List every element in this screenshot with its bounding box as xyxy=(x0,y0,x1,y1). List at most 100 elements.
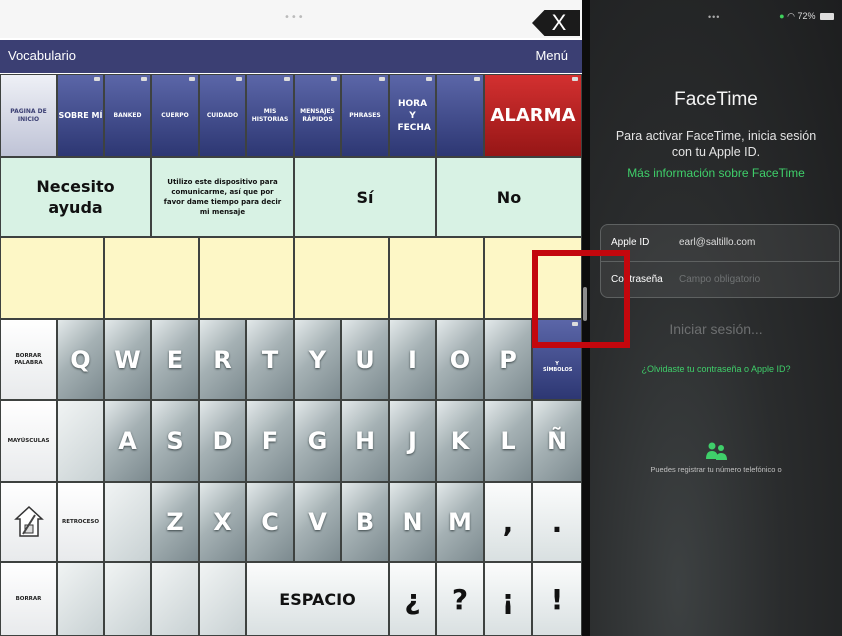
phrase-si-button[interactable]: Sí xyxy=(294,157,436,237)
key-d[interactable]: D xyxy=(199,400,246,482)
blank-key[interactable] xyxy=(104,482,151,562)
key-exclamation[interactable]: ! xyxy=(532,562,582,636)
key-label: W xyxy=(114,345,141,374)
key-s[interactable]: S xyxy=(151,400,199,482)
menu-button[interactable]: Menú xyxy=(535,48,568,63)
apple-id-field[interactable]: earl@saltillo.com xyxy=(679,237,755,248)
side-label: Y SÍMBOLOS xyxy=(543,360,573,373)
nav-hora-y-fecha-button[interactable]: HORA Y FECHA xyxy=(389,74,436,157)
key-i[interactable]: I xyxy=(389,319,436,400)
key-h[interactable]: H xyxy=(341,400,389,482)
forgot-password-link[interactable]: ¿Olvidaste tu contraseña o Apple ID? xyxy=(590,364,842,374)
key-k[interactable]: K xyxy=(436,400,484,482)
key-y[interactable]: Y xyxy=(294,319,341,400)
key-c[interactable]: C xyxy=(246,482,294,562)
key-label: S xyxy=(166,427,184,455)
blank-key[interactable] xyxy=(104,562,151,636)
nav-pagina-de-inicio-button[interactable]: PAGINA DE INICIO xyxy=(0,74,57,157)
phrase-necesito-ayuda-button[interactable]: Necesito ayuda xyxy=(0,157,151,237)
key-e[interactable]: E xyxy=(151,319,199,400)
nav-mensajes-rapidos-button[interactable]: MENSAJES RÁPIDOS xyxy=(294,74,341,157)
key-enie[interactable]: Ñ xyxy=(532,400,582,482)
key-p[interactable]: P xyxy=(484,319,532,400)
key-b[interactable]: B xyxy=(341,482,389,562)
empty-cell[interactable] xyxy=(104,237,199,319)
borrar-button[interactable]: BORRAR xyxy=(0,562,57,636)
nav-cuerpo-button[interactable]: CUERPO xyxy=(151,74,199,157)
espacio-button[interactable]: ESPACIO xyxy=(246,562,389,636)
borrar-palabra-button[interactable]: BORRAR PALABRA xyxy=(0,319,57,400)
key-label: C xyxy=(261,508,279,536)
empty-cell[interactable] xyxy=(389,237,484,319)
empty-cell[interactable] xyxy=(294,237,389,319)
key-label: Z xyxy=(166,508,184,536)
key-label: , xyxy=(502,505,514,539)
nav-cuidado-button[interactable]: CUIDADO xyxy=(199,74,246,157)
key-n[interactable]: N xyxy=(389,482,436,562)
key-j[interactable]: J xyxy=(389,400,436,482)
key-inverted-exclamation[interactable]: ¡ xyxy=(484,562,532,636)
nav-sobre-mi-button[interactable]: SOBRE MÍ xyxy=(57,74,104,157)
key-label: R xyxy=(213,345,232,374)
wifi-icon: ◠ xyxy=(787,11,795,21)
key-z[interactable]: Z xyxy=(151,482,199,562)
password-field[interactable]: Campo obligatorio xyxy=(679,274,760,285)
key-r[interactable]: R xyxy=(199,319,246,400)
key-w[interactable]: W xyxy=(104,319,151,400)
phrase-label: Utilizo este dispositivo para comunicarm… xyxy=(163,178,282,216)
blank-key[interactable] xyxy=(57,400,104,482)
key-label: Ñ xyxy=(546,427,568,455)
phrase-no-button[interactable]: No xyxy=(436,157,582,237)
folder-icon xyxy=(331,77,337,81)
multitask-dots-icon[interactable]: ••• xyxy=(708,12,720,22)
more-info-link[interactable]: Más información sobre FaceTime xyxy=(590,166,842,180)
key-label: B xyxy=(355,508,375,536)
key-comma[interactable]: , xyxy=(484,482,532,562)
key-g[interactable]: G xyxy=(294,400,341,482)
key-label: P xyxy=(499,345,517,374)
nav-mis-historias-button[interactable]: MIS HISTORIAS xyxy=(246,74,294,157)
key-x[interactable]: X xyxy=(199,482,246,562)
key-q[interactable]: Q xyxy=(57,319,104,400)
key-o[interactable]: O xyxy=(436,319,484,400)
side-label: MAYÚSCULAS xyxy=(7,437,50,444)
nav-phrases-button[interactable]: PHRASES xyxy=(341,74,389,157)
close-button[interactable]: X xyxy=(532,10,580,36)
mayusculas-button[interactable]: MAYÚSCULAS xyxy=(0,400,57,482)
multitask-dots-icon[interactable]: ••• xyxy=(284,12,305,23)
key-inverted-question[interactable]: ¿ xyxy=(389,562,436,636)
battery-percent: 72% xyxy=(797,11,816,21)
empty-cell[interactable] xyxy=(199,237,294,319)
key-f[interactable]: F xyxy=(246,400,294,482)
phone-number-note: Puedes registrar tu número telefónico o xyxy=(650,465,782,474)
key-t[interactable]: T xyxy=(246,319,294,400)
key-label: ! xyxy=(550,582,564,616)
home-page-button[interactable] xyxy=(0,482,57,562)
folder-icon xyxy=(284,77,290,81)
empty-cell[interactable] xyxy=(0,237,104,319)
folder-icon xyxy=(141,77,147,81)
key-m[interactable]: M xyxy=(436,482,484,562)
folder-icon xyxy=(474,77,480,81)
alarma-button[interactable]: ALARMA xyxy=(484,74,582,157)
phrase-dispositivo-button[interactable]: Utilizo este dispositivo para comunicarm… xyxy=(151,157,294,237)
key-label: X xyxy=(213,508,232,536)
key-u[interactable]: U xyxy=(341,319,389,400)
key-label: J xyxy=(408,427,417,455)
key-a[interactable]: A xyxy=(104,400,151,482)
nav-banked-button[interactable]: BANKED xyxy=(104,74,151,157)
nav-blank-button[interactable] xyxy=(436,74,484,157)
key-period[interactable]: . xyxy=(532,482,582,562)
key-label: U xyxy=(355,345,375,374)
key-question[interactable]: ? xyxy=(436,562,484,636)
key-label: N xyxy=(402,508,423,536)
side-label: RETROCESO xyxy=(61,518,100,525)
blank-key[interactable] xyxy=(151,562,199,636)
nav-label: BANKED xyxy=(113,111,142,119)
blank-key[interactable] xyxy=(57,562,104,636)
people-icon xyxy=(706,442,727,460)
key-v[interactable]: V xyxy=(294,482,341,562)
retroceso-button[interactable]: RETROCESO xyxy=(57,482,104,562)
blank-key[interactable] xyxy=(199,562,246,636)
key-l[interactable]: L xyxy=(484,400,532,482)
